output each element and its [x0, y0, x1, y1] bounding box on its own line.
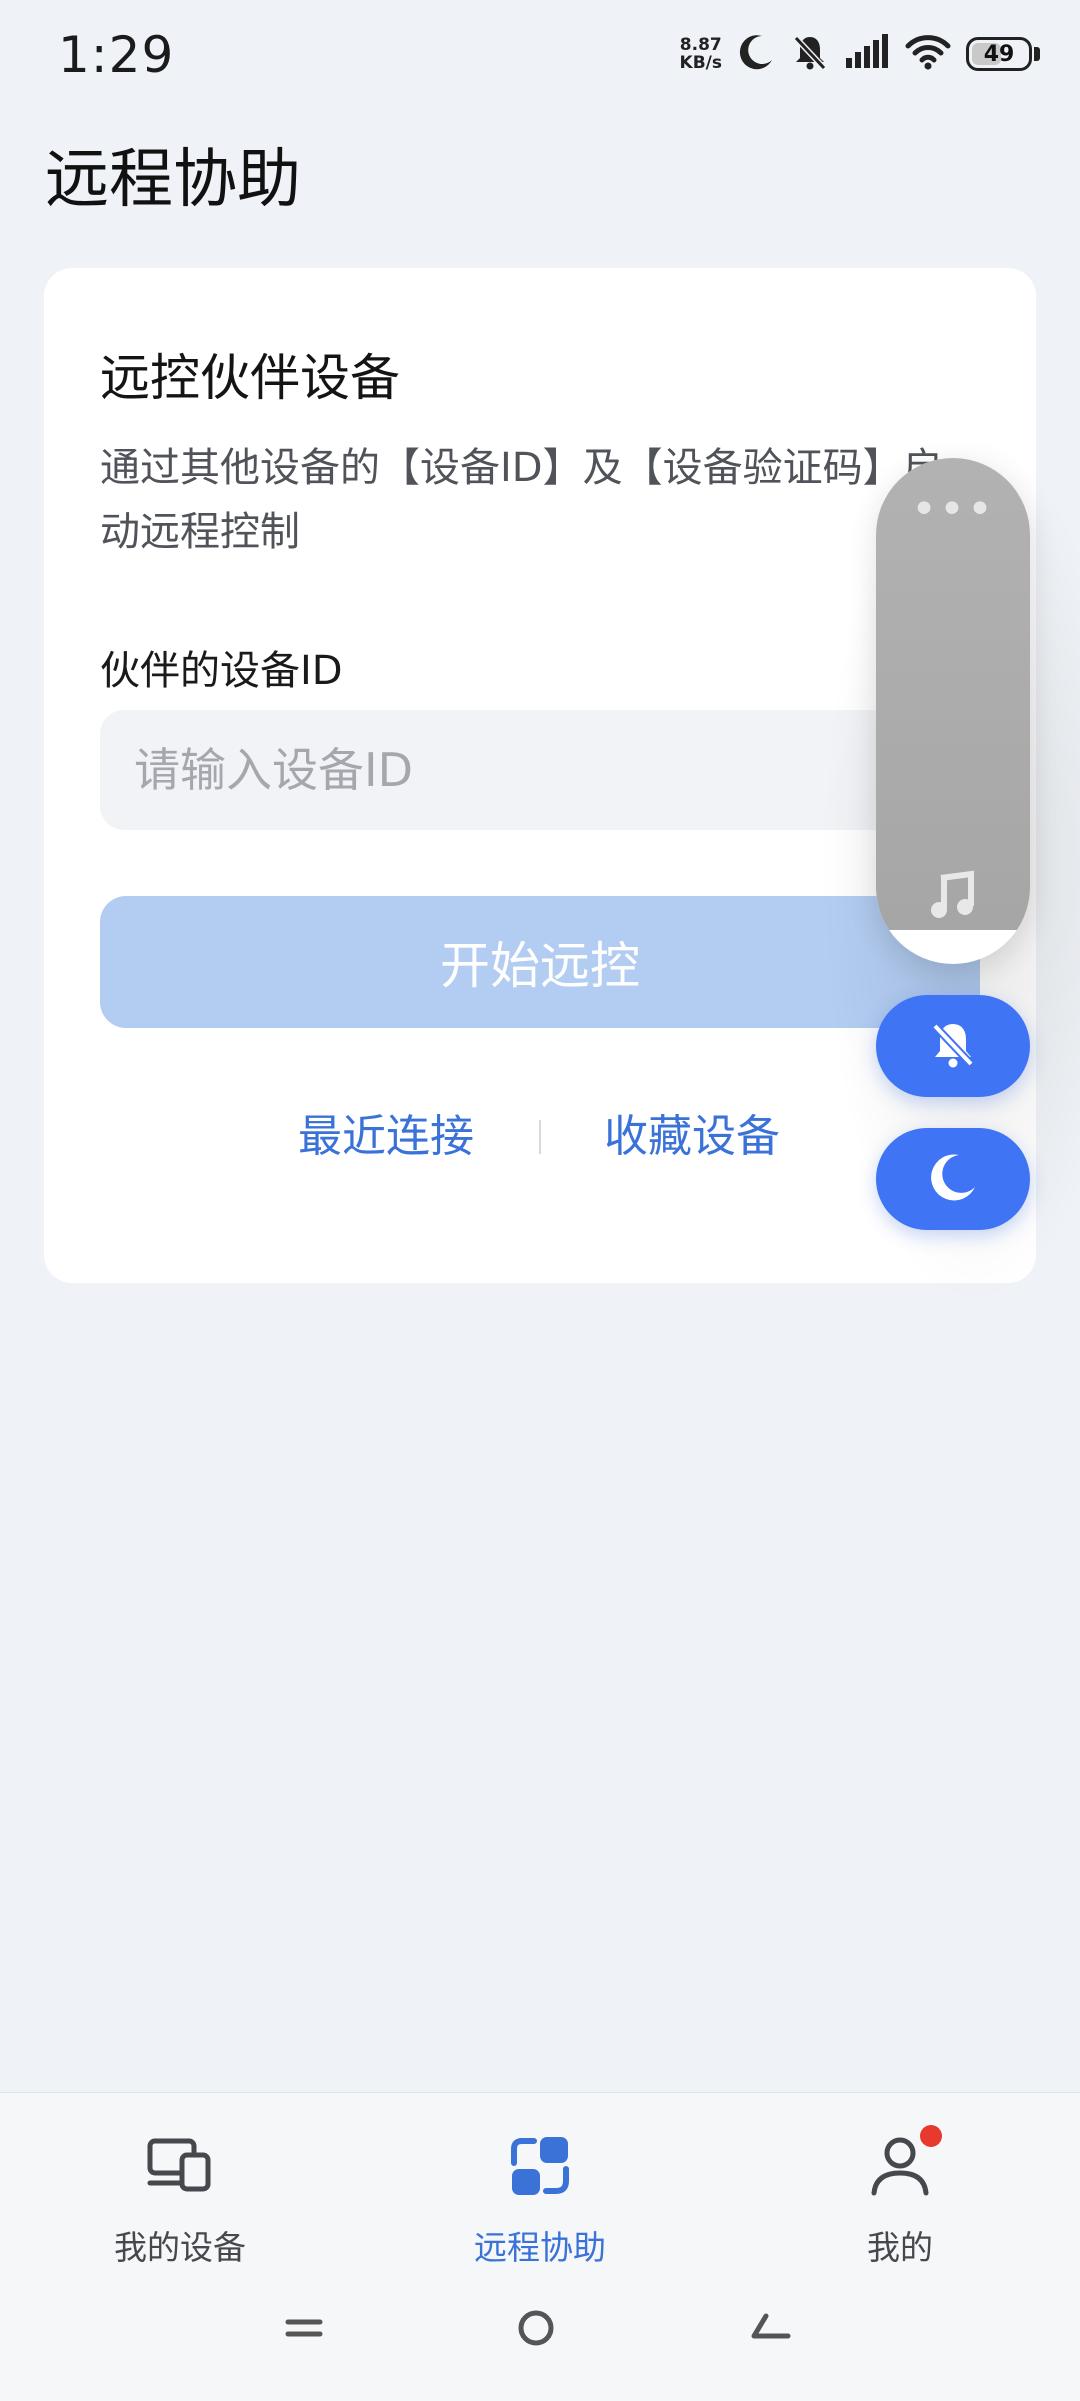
battery-tip [1034, 47, 1040, 61]
status-bar: 1:29 8.87 KB/s 49 [0, 0, 1080, 110]
back-icon[interactable] [748, 2308, 792, 2352]
bell-off-icon [925, 1016, 981, 1076]
home-icon[interactable] [516, 2308, 556, 2352]
battery-icon: 49 [966, 37, 1032, 71]
nav-label: 远程协助 [474, 2228, 606, 2267]
notification-badge [920, 2125, 942, 2147]
recent-connections-link[interactable]: 最近连接 [298, 1100, 474, 1164]
network-speed: 8.87 KB/s [680, 36, 722, 72]
moon-icon [925, 1149, 981, 1209]
link-divider [539, 1120, 541, 1154]
network-speed-unit: KB/s [679, 53, 722, 73]
network-speed-value: 8.87 [679, 35, 722, 55]
mute-toggle-button[interactable] [876, 995, 1030, 1097]
favorite-devices-link[interactable]: 收藏设备 [604, 1100, 780, 1164]
signal-icon [844, 32, 890, 76]
bell-off-icon [790, 32, 830, 76]
remote-assist-icon [504, 2129, 576, 2201]
moon-icon [736, 32, 776, 76]
page-title: 远程协助 [45, 143, 301, 217]
device-id-label: 伙伴的设备ID [100, 648, 343, 694]
nav-my-devices[interactable]: 我的设备 [60, 2113, 300, 2273]
person-icon [864, 2125, 942, 2201]
menu-icon[interactable] [284, 2308, 324, 2352]
nav-remote-assist[interactable]: 远程协助 [420, 2113, 660, 2273]
battery-level: 49 [983, 41, 1015, 67]
more-icon[interactable]: ••• [876, 488, 1030, 532]
nav-label: 我的 [867, 2228, 933, 2267]
status-time: 1:29 [58, 26, 175, 84]
devices-icon [144, 2129, 216, 2201]
nav-label: 我的设备 [114, 2228, 246, 2267]
do-not-disturb-button[interactable] [876, 1128, 1030, 1230]
status-icons: 8.87 KB/s 49 [680, 30, 1040, 78]
music-widget[interactable]: ••• [876, 458, 1030, 964]
music-note-icon [927, 870, 979, 926]
nav-mine[interactable]: 我的 [780, 2113, 1020, 2273]
wifi-icon [904, 32, 952, 76]
card-title: 远控伙伴设备 [100, 349, 400, 407]
system-navigation-bar [0, 2280, 1080, 2390]
